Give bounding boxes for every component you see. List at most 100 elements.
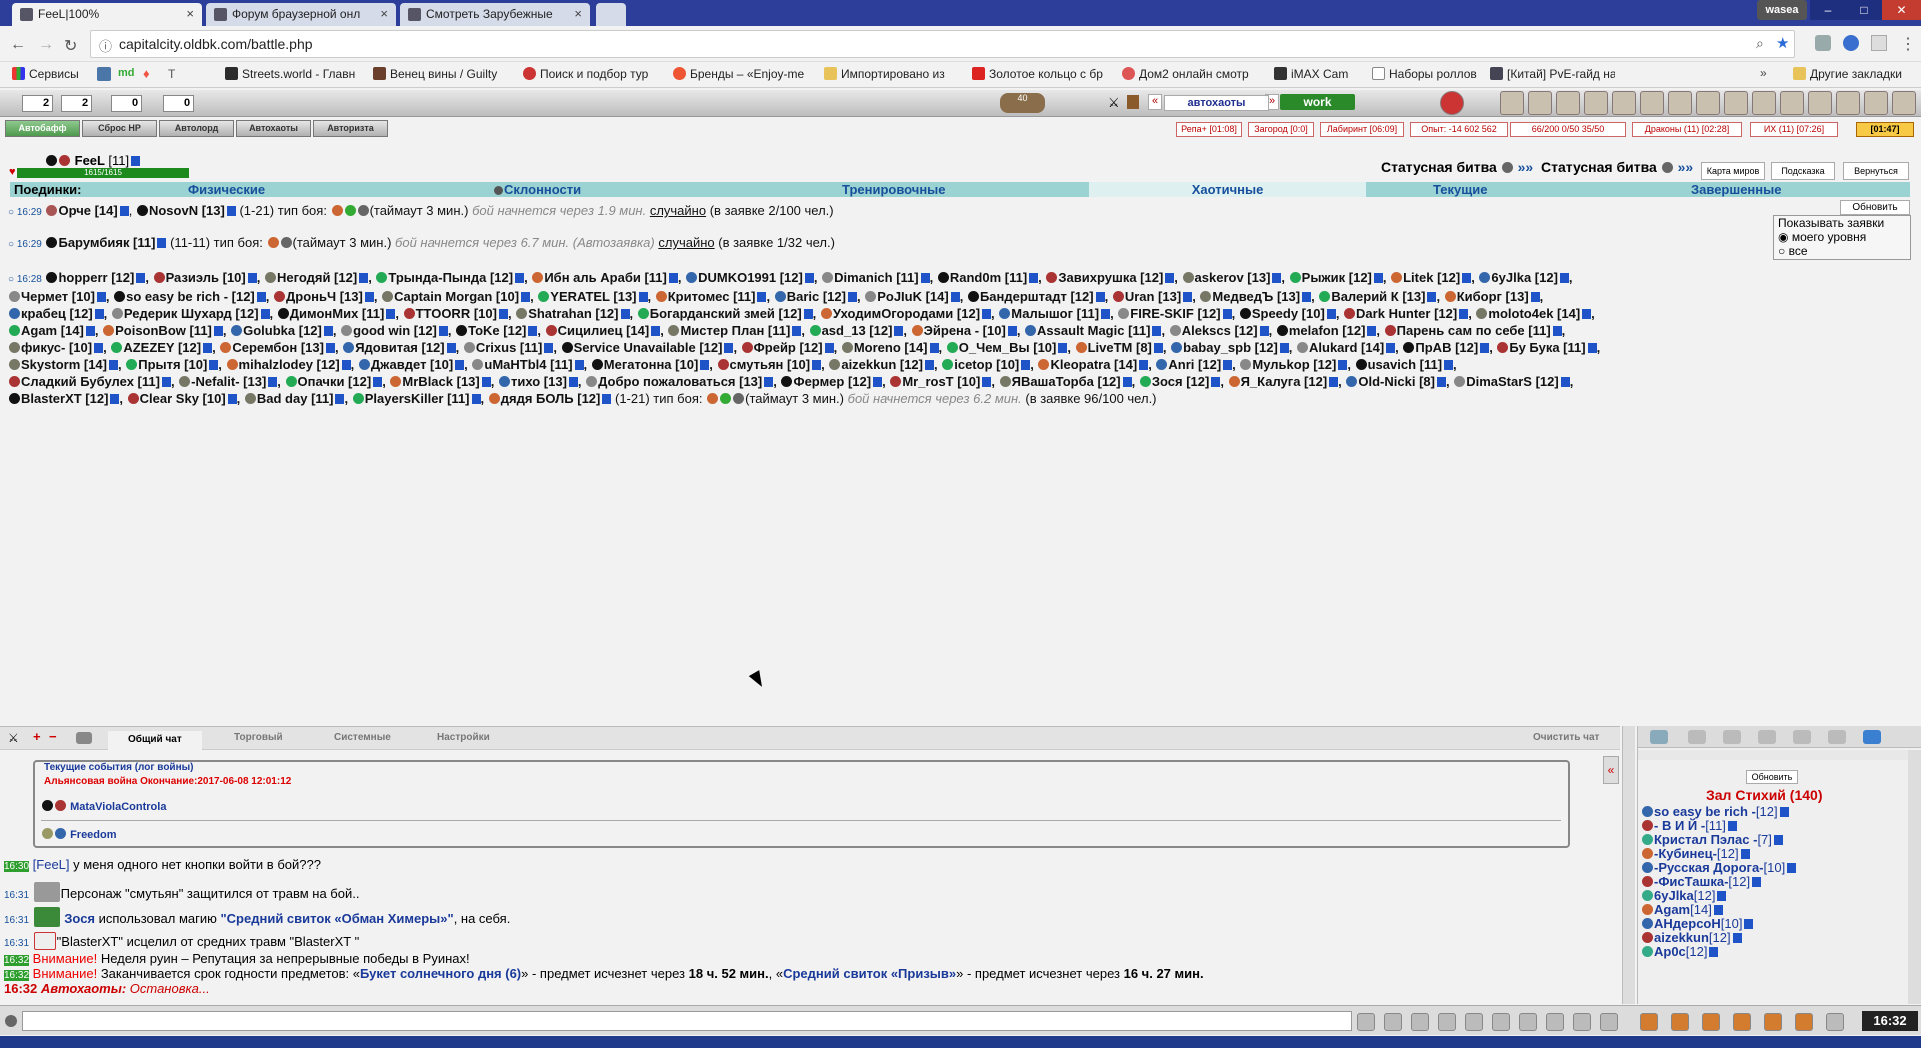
close-tab-icon[interactable]: × — [380, 6, 388, 21]
reload-icon[interactable]: ↻ — [64, 36, 77, 56]
forward-icon[interactable]: → — [38, 36, 54, 54]
smile-icon[interactable] — [1696, 91, 1720, 115]
chaos-player[interactable]: icetop [10] — [941, 357, 1031, 372]
page-info-icon[interactable]: ⓘ — [99, 36, 112, 55]
chaos-player[interactable]: Фермер [12] — [780, 374, 883, 389]
chaos-player[interactable]: Эйрена - [10] — [911, 323, 1017, 338]
tab-general-chat[interactable]: Общий чат — [108, 731, 202, 750]
tool-icon[interactable] — [1793, 730, 1811, 744]
chaos-player[interactable]: УходимОгородами [12] — [820, 306, 992, 321]
book-icon[interactable] — [1127, 95, 1139, 109]
chaos-player[interactable]: Ядовитая [12] — [342, 340, 456, 355]
bookmark-item[interactable]: [Китай] PvE-гайд на — [1490, 67, 1615, 81]
chaos-player[interactable]: Skystorm [14] — [8, 357, 118, 372]
chaos-player[interactable]: Негодяй [12] — [264, 270, 369, 285]
vk-icon[interactable] — [97, 67, 111, 81]
close-tab-icon[interactable]: × — [574, 6, 582, 21]
chaos-player[interactable]: FIRE-SKIF [12] — [1117, 306, 1232, 321]
chat-user-icon[interactable] — [5, 1015, 17, 1027]
minimize-icon[interactable]: – — [1810, 0, 1846, 20]
tool-icon[interactable] — [1863, 730, 1881, 744]
zoom-out-icon[interactable]: − — [49, 729, 57, 744]
ability-icon[interactable] — [1764, 1013, 1782, 1031]
send-icon[interactable] — [1357, 1013, 1375, 1031]
tool-icon[interactable] — [1688, 730, 1706, 744]
potion-icon[interactable] — [1640, 1013, 1658, 1031]
chaos-player[interactable]: Assault Magic [11] — [1024, 323, 1162, 338]
search-icon[interactable]: ⌕ — [1756, 35, 1764, 52]
room-user[interactable]: -Кубинец-[12] — [1641, 846, 1750, 861]
chaos-player[interactable]: Litek [12] — [1390, 270, 1472, 285]
chaos-player[interactable]: 6yJlka [12] — [1478, 270, 1569, 285]
bookmark-item[interactable]: Дом2 онлайн смотр — [1122, 67, 1262, 81]
chaos-player[interactable]: Service Unavailable [12] — [561, 340, 734, 355]
world-map-button[interactable]: Карта миров — [1701, 162, 1765, 180]
chaos-player[interactable]: крабец [12] — [8, 306, 104, 321]
tab-alignment[interactable]: Склонности — [493, 182, 581, 197]
chaos-player[interactable]: ДроньЧ [13] — [273, 289, 374, 304]
hand-icon[interactable] — [1556, 91, 1580, 115]
authorize-button[interactable]: Авторизта — [313, 120, 388, 137]
tab-current[interactable]: Текущие — [1433, 182, 1487, 197]
bookmark-item[interactable]: Streets.world - Главн — [225, 67, 355, 81]
swords-icon[interactable]: ⚔ — [8, 731, 19, 745]
chaos-player[interactable]: askerov [13] — [1182, 270, 1282, 285]
menu-icon[interactable]: ⋮ — [1900, 34, 1916, 54]
chaos-player[interactable]: Ибн аль Араби [11] — [531, 270, 678, 285]
chat-time[interactable]: 16:31 — [4, 890, 29, 901]
tool-icon[interactable] — [1723, 730, 1741, 744]
room-user[interactable]: -ФисТашка-[12] — [1641, 874, 1762, 889]
chaos-player[interactable]: Трында-Пында [12] — [375, 270, 525, 285]
info-icon[interactable] — [131, 156, 141, 166]
new-tab-button[interactable] — [596, 3, 626, 26]
chaos-player[interactable]: Dimanich [11] — [821, 270, 930, 285]
status-battle-link[interactable]: Статусная битва »» — [1541, 159, 1693, 175]
back-icon[interactable]: ← — [10, 36, 26, 54]
chaos-player[interactable]: Бу Бука [11] — [1496, 340, 1597, 355]
radio-all[interactable]: ○ все — [1778, 244, 1906, 258]
player-link[interactable]: Барумбияк [11] — [45, 235, 167, 250]
tool-icon[interactable] — [1758, 730, 1776, 744]
bookmark-folder[interactable]: Импортировано из — [824, 67, 954, 81]
status-battle-link[interactable]: Статусная битва »» — [1381, 159, 1533, 175]
chaos-player[interactable]: aizekkun [12] — [828, 357, 934, 372]
chat-scrollbar[interactable] — [1622, 726, 1635, 1004]
chaos-player[interactable]: good win [12] — [340, 323, 448, 338]
bookmark-t[interactable]: T — [168, 67, 175, 81]
chaos-player[interactable]: МедведЪ [13] — [1199, 289, 1312, 304]
room-scrollbar[interactable] — [1908, 750, 1921, 1004]
clear-icon[interactable] — [1384, 1013, 1402, 1031]
room-user[interactable]: -Русская Дорога-[10] — [1641, 860, 1797, 875]
close-window-icon[interactable]: ✕ — [1882, 0, 1921, 20]
chaos-player[interactable]: Agam [14] — [8, 323, 95, 338]
room-user[interactable]: - В И Й -[11] — [1641, 818, 1737, 833]
room-user[interactable]: АНдерсоН[10] — [1641, 916, 1754, 931]
chat-sender[interactable]: [FeeL] — [33, 857, 70, 872]
chaos-player[interactable]: MrBlack [13] — [389, 374, 491, 389]
ability-icon[interactable] — [1733, 1013, 1751, 1031]
chat-time[interactable]: 16:32 — [4, 981, 37, 996]
chaos-player[interactable]: Опачки [12] — [285, 374, 383, 389]
room-user[interactable]: Ap0c[12] — [1641, 944, 1719, 959]
chaos-player[interactable]: Dark Hunter [12] — [1343, 306, 1469, 321]
chaos-player[interactable]: YERATEL [13] — [537, 289, 648, 304]
chaos-player[interactable]: ToKe [12] — [455, 323, 538, 338]
room-user[interactable]: 6yJlka[12] — [1641, 888, 1727, 903]
chat-sender[interactable]: Зося — [64, 911, 95, 926]
chaos-player[interactable]: Мегатонна [10] — [591, 357, 710, 372]
extension-icon[interactable] — [1871, 35, 1887, 51]
chaos-player[interactable]: Бандерштадт [12] — [967, 289, 1105, 304]
browser-tab[interactable]: Форум браузерной онл × — [206, 3, 396, 26]
room-user[interactable]: so easy be rich -[12] — [1641, 804, 1789, 819]
chaos-player[interactable]: тихо [13] — [498, 374, 578, 389]
work-button[interactable]: work — [1280, 94, 1355, 110]
room-scroll-track[interactable] — [1638, 750, 1908, 760]
chaos-player[interactable]: Малышог [11] — [998, 306, 1111, 321]
chaos-player[interactable]: LiveTM [8] — [1075, 340, 1163, 355]
chaos-player[interactable]: usavich [11] — [1355, 357, 1454, 372]
chaos-player[interactable]: so easy be rich - [12] — [113, 289, 266, 304]
bookmark-star-icon[interactable]: ★ — [1776, 34, 1789, 52]
chaos-player[interactable]: Рыжик [12] — [1289, 270, 1383, 285]
chaos-player[interactable]: фикус- [10] — [8, 340, 104, 355]
tab-physical[interactable]: Физические — [188, 182, 265, 197]
